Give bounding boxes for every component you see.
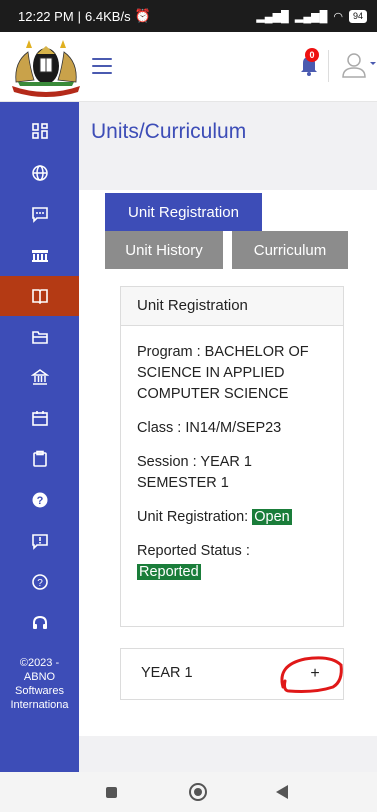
unit-registration-status: Unit Registration: Open xyxy=(137,507,327,528)
help-icon: ? xyxy=(31,574,48,590)
units-card: Unit Registration Unit History Curriculu… xyxy=(79,190,377,736)
reported-label: Reported Status : xyxy=(137,543,250,559)
reported-status: Reported Status : Reported xyxy=(137,541,327,583)
wifi-icon: ◠ xyxy=(333,10,343,23)
user-profile-icon[interactable] xyxy=(340,50,377,80)
university-logo xyxy=(12,40,80,97)
clipboard-icon xyxy=(32,450,47,467)
tab-unit-history[interactable]: Unit History xyxy=(105,231,223,269)
system-nav-bar xyxy=(0,772,377,812)
network-speed: 6.4KB/s xyxy=(85,8,131,24)
sidebar-item-institution[interactable] xyxy=(0,235,79,275)
folder-icon xyxy=(31,331,48,344)
hamburger-menu-icon[interactable] xyxy=(92,58,112,74)
recents-icon[interactable] xyxy=(106,787,117,798)
sidebar: ? ? ©2023 - ABNO Softwares Internationa xyxy=(0,102,79,772)
bank-icon xyxy=(30,369,49,385)
book-icon xyxy=(31,289,48,305)
year-accordion[interactable]: YEAR 1 + xyxy=(120,648,344,700)
panel-header: Unit Registration xyxy=(121,287,343,326)
notification-badge: 0 xyxy=(305,48,319,62)
header-divider xyxy=(328,50,329,82)
status-time: 12:22 PM xyxy=(18,8,74,24)
chat-icon xyxy=(31,207,48,223)
headset-icon xyxy=(32,615,47,629)
unit-registration-panel: Unit Registration Program : BACHELOR OF … xyxy=(120,286,344,627)
sidebar-item-dashboard[interactable] xyxy=(0,111,79,151)
sidebar-item-timetable[interactable] xyxy=(0,398,79,438)
svg-text:?: ? xyxy=(36,495,43,507)
class-info: Class : IN14/M/SEP23 xyxy=(137,420,282,436)
tab-unit-registration[interactable]: Unit Registration xyxy=(105,193,262,231)
back-icon[interactable] xyxy=(275,784,289,800)
question-circle-icon: ? xyxy=(32,492,47,508)
open-badge: Open xyxy=(252,509,292,525)
alarm-icon: ⏰ xyxy=(134,8,151,23)
status-left: 12:22 PM | 6.4KB/s ⏰ xyxy=(18,8,151,24)
alert-icon xyxy=(31,534,48,550)
calendar-icon xyxy=(31,411,48,426)
program-info: Program : BACHELOR OF SCIENCE IN APPLIED… xyxy=(137,344,309,402)
sidebar-item-faq[interactable]: ? xyxy=(0,480,79,520)
sidebar-item-web[interactable] xyxy=(0,153,79,193)
sidebar-item-files[interactable] xyxy=(0,317,79,357)
main-content: Units/Curriculum Unit Registration Unit … xyxy=(79,102,377,772)
sidebar-item-support[interactable] xyxy=(0,603,79,643)
svg-text:?: ? xyxy=(37,578,43,589)
building-icon xyxy=(31,250,48,262)
unit-registration-label: Unit Registration: xyxy=(137,509,249,525)
sidebar-item-complaints[interactable] xyxy=(0,521,79,561)
status-bar: 12:22 PM | 6.4KB/s ⏰ ▂▄▆█ ▂▄▆█ ◠ 94 xyxy=(0,0,377,32)
dashboard-icon xyxy=(31,123,48,139)
status-right: ▂▄▆█ ▂▄▆█ ◠ 94 xyxy=(256,9,367,23)
session-info: Session : YEAR 1 SEMESTER 1 xyxy=(137,454,252,491)
sidebar-item-exams[interactable] xyxy=(0,439,79,479)
battery-indicator: 94 xyxy=(348,9,367,23)
sidebar-item-units[interactable] xyxy=(0,276,79,316)
year-label: YEAR 1 xyxy=(141,665,193,681)
home-icon[interactable] xyxy=(188,782,208,802)
sidebar-footer: ©2023 - ABNO Softwares Internationa xyxy=(10,657,69,711)
sidebar-item-messages[interactable] xyxy=(0,194,79,234)
top-header: 0 xyxy=(0,32,377,102)
signal-icon: ▂▄▆█ xyxy=(256,10,289,23)
sidebar-item-finance[interactable] xyxy=(0,357,79,397)
reported-badge: Reported xyxy=(137,564,201,580)
signal-icon-2: ▂▄▆█ xyxy=(294,10,328,23)
page-title: Units/Curriculum xyxy=(91,120,247,143)
tab-curriculum[interactable]: Curriculum xyxy=(232,231,348,269)
panel-body: Program : BACHELOR OF SCIENCE IN APPLIED… xyxy=(121,326,343,612)
sidebar-item-help[interactable]: ? xyxy=(0,562,79,602)
globe-icon xyxy=(31,165,48,181)
expand-button[interactable]: + xyxy=(305,663,325,685)
